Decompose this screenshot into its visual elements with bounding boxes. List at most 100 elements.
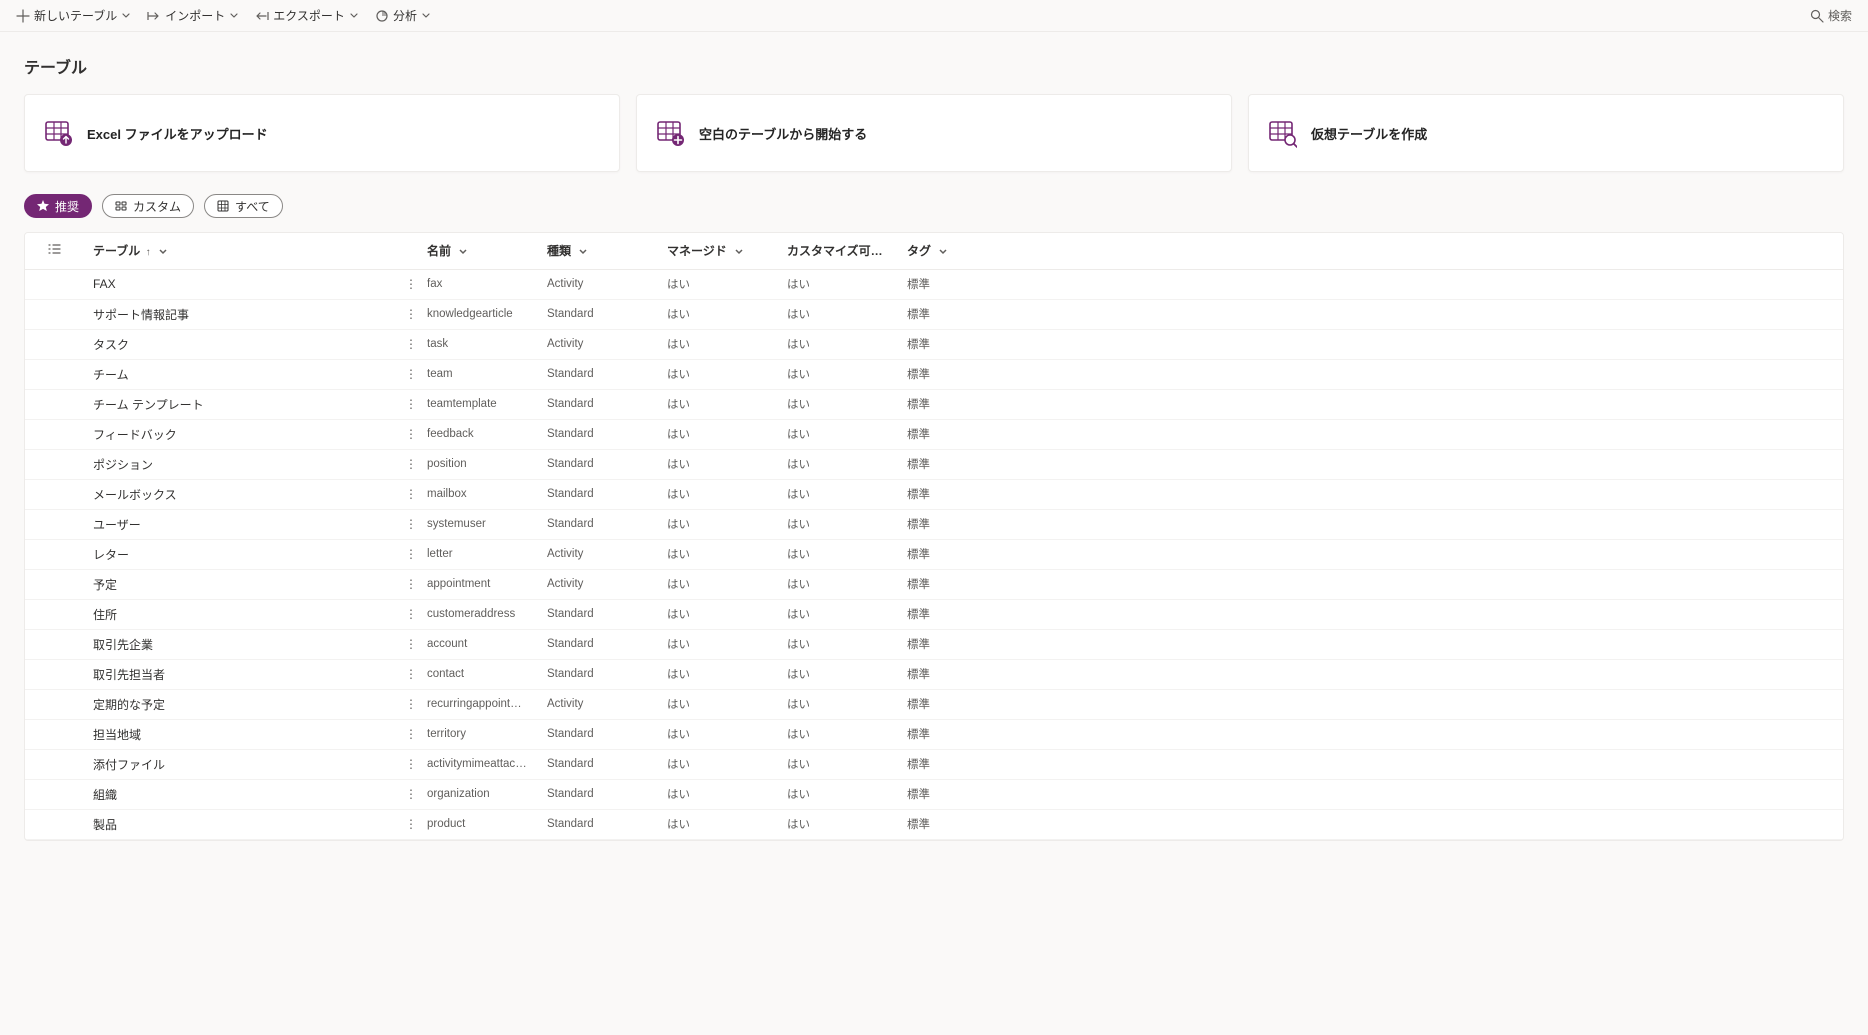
table-link[interactable]: タスク: [93, 338, 129, 352]
more-actions-icon[interactable]: ⋮: [403, 518, 419, 530]
row-customizable-cell: はい: [779, 509, 899, 539]
row-select-cell[interactable]: [25, 629, 85, 659]
pill-custom[interactable]: カスタム: [102, 194, 194, 218]
export-button[interactable]: エクスポート: [247, 2, 367, 30]
import-button[interactable]: インポート: [139, 2, 247, 30]
more-actions-icon[interactable]: ⋮: [403, 398, 419, 410]
table-row[interactable]: チーム⋮teamStandardはいはい標準: [25, 359, 1843, 389]
row-select-cell[interactable]: [25, 749, 85, 779]
table-row[interactable]: フィードバック⋮feedbackStandardはいはい標準: [25, 419, 1843, 449]
table-row[interactable]: 組織⋮organizationStandardはいはい標準: [25, 779, 1843, 809]
row-select-cell[interactable]: [25, 329, 85, 359]
table-link[interactable]: サポート情報記事: [93, 308, 189, 322]
table-link[interactable]: チーム: [93, 368, 129, 382]
table-row[interactable]: サポート情報記事⋮knowledgearticleStandardはいはい標準: [25, 299, 1843, 329]
table-row[interactable]: FAX⋮faxActivityはいはい標準: [25, 269, 1843, 299]
table-link[interactable]: レター: [93, 548, 129, 562]
more-actions-icon[interactable]: ⋮: [403, 818, 419, 830]
row-select-cell[interactable]: [25, 479, 85, 509]
table-link[interactable]: 予定: [93, 578, 117, 592]
row-table-cell: 担当地域: [85, 719, 395, 749]
table-row[interactable]: 予定⋮appointmentActivityはいはい標準: [25, 569, 1843, 599]
row-select-cell[interactable]: [25, 269, 85, 299]
more-actions-icon[interactable]: ⋮: [403, 728, 419, 740]
row-select-cell[interactable]: [25, 449, 85, 479]
row-select-cell[interactable]: [25, 389, 85, 419]
row-select-cell[interactable]: [25, 509, 85, 539]
row-select-cell[interactable]: [25, 779, 85, 809]
table-row[interactable]: ユーザー⋮systemuserStandardはいはい標準: [25, 509, 1843, 539]
more-actions-icon[interactable]: ⋮: [403, 578, 419, 590]
table-link[interactable]: 組織: [93, 788, 117, 802]
new-table-button[interactable]: 新しいテーブル: [8, 2, 139, 30]
search-button[interactable]: 検索: [1802, 2, 1860, 30]
pill-all[interactable]: すべて: [204, 194, 283, 218]
column-table[interactable]: テーブル ↑: [85, 233, 395, 269]
table-row[interactable]: 住所⋮customeraddressStandardはいはい標準: [25, 599, 1843, 629]
row-select-cell[interactable]: [25, 569, 85, 599]
more-actions-icon[interactable]: ⋮: [403, 698, 419, 710]
more-actions-icon[interactable]: ⋮: [403, 458, 419, 470]
table-link[interactable]: チーム テンプレート: [93, 398, 204, 412]
more-actions-icon[interactable]: ⋮: [403, 428, 419, 440]
more-actions-icon[interactable]: ⋮: [403, 368, 419, 380]
more-actions-icon[interactable]: ⋮: [403, 608, 419, 620]
column-managed[interactable]: マネージド: [659, 233, 779, 269]
more-actions-icon[interactable]: ⋮: [403, 488, 419, 500]
table-row[interactable]: タスク⋮taskActivityはいはい標準: [25, 329, 1843, 359]
card-virtual-table[interactable]: 仮想テーブルを作成: [1248, 94, 1844, 172]
card-upload-excel[interactable]: Excel ファイルをアップロード: [24, 94, 620, 172]
table-row[interactable]: 添付ファイル⋮activitymimeattachmentStandardはいは…: [25, 749, 1843, 779]
table-link[interactable]: 添付ファイル: [93, 758, 165, 772]
table-row[interactable]: 製品⋮productStandardはいはい標準: [25, 809, 1843, 839]
table-link[interactable]: 取引先企業: [93, 638, 153, 652]
row-select-cell[interactable]: [25, 599, 85, 629]
column-name[interactable]: 名前: [419, 233, 539, 269]
more-actions-icon[interactable]: ⋮: [403, 758, 419, 770]
table-link[interactable]: 取引先担当者: [93, 668, 165, 682]
more-actions-icon[interactable]: ⋮: [403, 668, 419, 680]
row-select-cell[interactable]: [25, 539, 85, 569]
row-select-cell[interactable]: [25, 689, 85, 719]
more-actions-icon[interactable]: ⋮: [403, 548, 419, 560]
row-select-cell[interactable]: [25, 419, 85, 449]
pill-recommended[interactable]: 推奨: [24, 194, 92, 218]
row-select-cell[interactable]: [25, 719, 85, 749]
table-link[interactable]: FAX: [93, 277, 116, 291]
more-actions-icon[interactable]: ⋮: [403, 338, 419, 350]
more-actions-icon[interactable]: ⋮: [403, 278, 419, 290]
table-link[interactable]: ポジション: [93, 458, 153, 472]
more-actions-icon[interactable]: ⋮: [403, 788, 419, 800]
column-customizable[interactable]: カスタマイズ可能: [779, 233, 899, 269]
row-select-cell[interactable]: [25, 659, 85, 689]
table-link[interactable]: 住所: [93, 608, 117, 622]
chevron-down-icon: [734, 247, 744, 257]
column-tag[interactable]: タグ: [899, 233, 1843, 269]
card-blank-table[interactable]: 空白のテーブルから開始する: [636, 94, 1232, 172]
table-link[interactable]: 製品: [93, 818, 117, 832]
more-actions-icon[interactable]: ⋮: [403, 638, 419, 650]
row-select-cell[interactable]: [25, 359, 85, 389]
table-link[interactable]: フィードバック: [93, 428, 177, 442]
command-bar: 新しいテーブル インポート エクスポート 分析 検索: [0, 0, 1868, 32]
table-row[interactable]: 取引先担当者⋮contactStandardはいはい標準: [25, 659, 1843, 689]
column-select[interactable]: [25, 233, 85, 269]
row-select-cell[interactable]: [25, 809, 85, 839]
table-row[interactable]: メールボックス⋮mailboxStandardはいはい標準: [25, 479, 1843, 509]
table-row[interactable]: チーム テンプレート⋮teamtemplateStandardはいはい標準: [25, 389, 1843, 419]
more-actions-icon[interactable]: ⋮: [403, 308, 419, 320]
row-managed-cell: はい: [659, 419, 779, 449]
table-row[interactable]: 担当地域⋮territoryStandardはいはい標準: [25, 719, 1843, 749]
table-link[interactable]: メールボックス: [93, 488, 177, 502]
table-link[interactable]: ユーザー: [93, 518, 141, 532]
table-row[interactable]: 定期的な予定⋮recurringappointmentmas...Activit…: [25, 689, 1843, 719]
analyze-button[interactable]: 分析: [367, 2, 439, 30]
table-link[interactable]: 担当地域: [93, 728, 141, 742]
table-row[interactable]: 取引先企業⋮accountStandardはいはい標準: [25, 629, 1843, 659]
row-select-cell[interactable]: [25, 299, 85, 329]
column-type[interactable]: 種類: [539, 233, 659, 269]
table-row[interactable]: レター⋮letterActivityはいはい標準: [25, 539, 1843, 569]
table-link[interactable]: 定期的な予定: [93, 698, 165, 712]
table-row[interactable]: ポジション⋮positionStandardはいはい標準: [25, 449, 1843, 479]
row-actions-cell: ⋮: [395, 269, 419, 299]
